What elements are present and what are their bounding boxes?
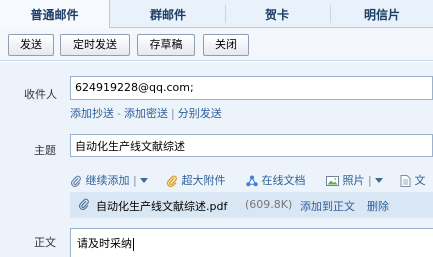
add-to-body-link[interactable]: 添加到正文 bbox=[300, 198, 355, 214]
online-doc-label: 在线文档 bbox=[261, 174, 306, 187]
photo-button[interactable]: 照片 | bbox=[326, 172, 384, 188]
save-draft-button[interactable]: 存草稿 bbox=[137, 34, 195, 56]
recipient-label: 收件人 bbox=[24, 88, 57, 101]
compose-toolbar: 发送 定时发送 存草稿 关闭 bbox=[0, 28, 433, 61]
text-cursor bbox=[133, 237, 134, 251]
body-text: 请及时采纳 bbox=[77, 237, 132, 250]
dropdown-divider: | bbox=[368, 174, 372, 187]
dropdown-divider: | bbox=[133, 174, 137, 187]
recipient-options: 添加抄送 - 添加密送 | 分别发送 bbox=[70, 105, 222, 121]
tab-normal-mail[interactable]: 普通邮件 bbox=[0, 0, 110, 28]
pipe-separator: | bbox=[170, 107, 175, 120]
add-bcc-link[interactable]: 添加密送 bbox=[124, 107, 168, 120]
paperclip-icon bbox=[71, 175, 81, 187]
compose-tabs: 普通邮件 群邮件 贺卡 明信片 bbox=[0, 0, 433, 28]
compose-area: 收件人 624919228@qq.com; 添加抄送 - 添加密送 | 分别发送 主题 … bbox=[0, 62, 433, 257]
paperclip-icon bbox=[79, 198, 89, 210]
tab-greeting-card[interactable]: 贺卡 bbox=[226, 0, 328, 28]
recipient-field[interactable]: 624919228@qq.com; bbox=[70, 76, 433, 100]
large-attachment-button[interactable]: 超大附件 bbox=[166, 172, 226, 188]
subject-label: 主题 bbox=[34, 144, 56, 157]
body-text-line: 请及时采纳 bbox=[77, 235, 134, 251]
large-attachment-label: 超大附件 bbox=[181, 174, 226, 187]
attached-file-row: 自动化生产线文献综述.pdf (609.8K) 添加到正文 删除 bbox=[70, 192, 433, 218]
chevron-down-icon[interactable] bbox=[375, 178, 384, 184]
send-button[interactable]: 发送 bbox=[8, 34, 54, 56]
tab-group-mail[interactable]: 群邮件 bbox=[112, 0, 224, 28]
online-doc-button[interactable]: 在线文档 bbox=[246, 172, 306, 188]
photo-icon bbox=[326, 176, 339, 186]
share-nodes-icon bbox=[246, 175, 258, 187]
document-button[interactable]: 文 bbox=[400, 172, 426, 188]
dash-separator: - bbox=[117, 107, 121, 120]
attached-file-name[interactable]: 自动化生产线文献综述.pdf bbox=[96, 198, 227, 214]
continue-add-button[interactable]: 继续添加 | bbox=[70, 172, 149, 188]
subject-field[interactable]: 自动化生产线文献综述 bbox=[70, 134, 433, 157]
document-icon bbox=[400, 175, 411, 187]
add-cc-link[interactable]: 添加抄送 bbox=[70, 107, 114, 120]
large-paperclip-icon bbox=[166, 175, 177, 187]
document-label: 文 bbox=[414, 174, 426, 187]
chevron-down-icon[interactable] bbox=[140, 178, 149, 184]
scheduled-send-button[interactable]: 定时发送 bbox=[60, 34, 130, 56]
attached-file-size: (609.8K) bbox=[245, 198, 293, 211]
tab-postcard[interactable]: 明信片 bbox=[331, 0, 433, 28]
body-label: 正文 bbox=[34, 236, 56, 249]
separate-send-link[interactable]: 分别发送 bbox=[178, 107, 222, 120]
recipient-value: 624919228@qq.com; bbox=[75, 81, 194, 94]
attachment-toolbar: 继续添加 | 超大附件 在线文档 照片 | 文 bbox=[70, 168, 433, 190]
body-editor[interactable]: 请及时采纳 bbox=[70, 228, 433, 257]
subject-value: 自动化生产线文献综述 bbox=[75, 140, 185, 153]
photo-label: 照片 bbox=[342, 174, 365, 187]
delete-attachment-link[interactable]: 删除 bbox=[367, 198, 389, 214]
continue-add-label: 继续添加 bbox=[85, 174, 130, 187]
close-button[interactable]: 关闭 bbox=[203, 34, 249, 56]
